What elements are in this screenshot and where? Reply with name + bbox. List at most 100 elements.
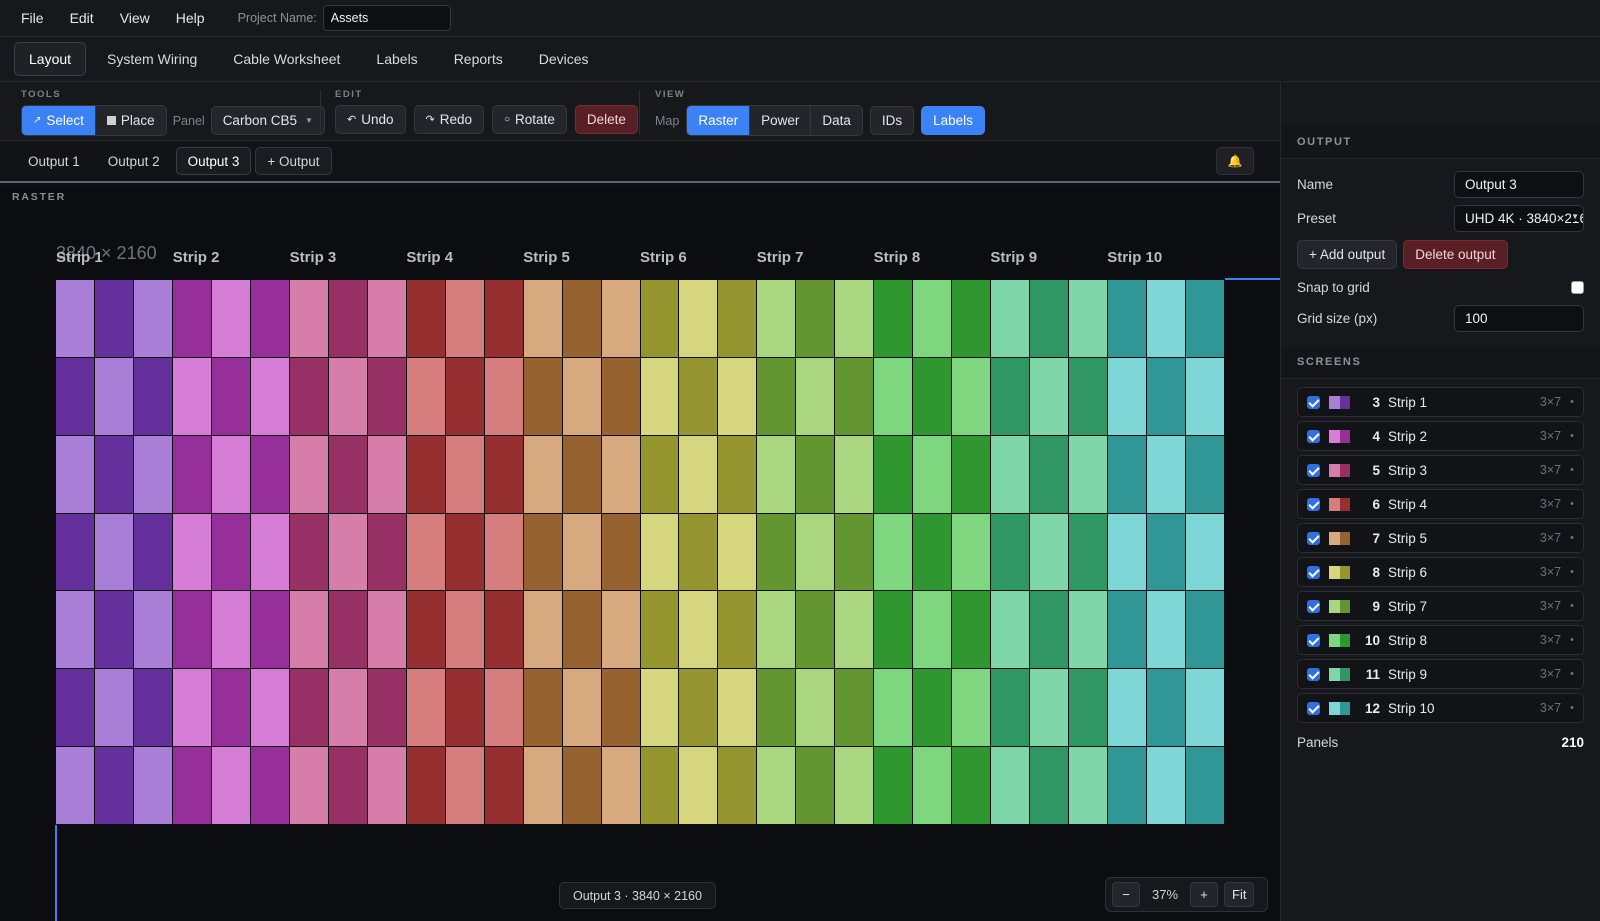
led-panel[interactable] xyxy=(991,513,1030,591)
tab-system-wiring[interactable]: System Wiring xyxy=(92,42,212,76)
led-panel[interactable] xyxy=(913,669,952,747)
led-panel[interactable] xyxy=(56,513,94,591)
screen-visible-checkbox[interactable] xyxy=(1307,667,1320,681)
led-panel[interactable] xyxy=(367,513,406,591)
led-panel[interactable] xyxy=(289,747,328,824)
led-panel[interactable] xyxy=(757,435,796,513)
led-panel[interactable] xyxy=(1030,747,1069,824)
led-panel[interactable] xyxy=(1030,513,1069,591)
led-panel[interactable] xyxy=(835,357,874,435)
led-panel[interactable] xyxy=(718,435,757,513)
led-panel[interactable] xyxy=(172,280,211,357)
led-panel[interactable] xyxy=(562,513,601,591)
led-panel[interactable] xyxy=(56,747,94,824)
led-panel[interactable] xyxy=(1030,669,1069,747)
screen-visible-checkbox[interactable] xyxy=(1307,701,1320,715)
led-panel[interactable] xyxy=(250,280,289,357)
led-panel[interactable] xyxy=(94,747,133,824)
select-tool-button[interactable]: ↗ Select xyxy=(22,106,96,135)
led-panel[interactable] xyxy=(406,513,445,591)
led-panel[interactable] xyxy=(484,280,523,357)
screen-visible-checkbox[interactable] xyxy=(1307,463,1320,477)
led-panel[interactable] xyxy=(94,357,133,435)
led-panel[interactable] xyxy=(289,669,328,747)
led-panel[interactable] xyxy=(952,513,991,591)
led-panel[interactable] xyxy=(523,513,562,591)
more-icon[interactable]: • xyxy=(1570,532,1574,544)
led-panel[interactable] xyxy=(874,280,913,357)
led-panel[interactable] xyxy=(991,591,1030,669)
led-panel[interactable] xyxy=(172,513,211,591)
led-panel[interactable] xyxy=(133,747,172,824)
led-panel[interactable] xyxy=(679,747,718,824)
led-panel[interactable] xyxy=(991,357,1030,435)
led-panel[interactable] xyxy=(1030,357,1069,435)
led-panel[interactable] xyxy=(1108,591,1147,669)
led-panel[interactable] xyxy=(484,669,523,747)
menu-help[interactable]: Help xyxy=(176,10,205,26)
led-panel[interactable] xyxy=(874,435,913,513)
screen-row[interactable]: 10 Strip 8 3×7 • xyxy=(1297,625,1584,655)
screen-row[interactable]: 11 Strip 9 3×7 • xyxy=(1297,659,1584,689)
led-panel[interactable] xyxy=(445,669,484,747)
tab-layout[interactable]: Layout xyxy=(14,42,87,76)
led-panel[interactable] xyxy=(1108,513,1147,591)
screen-row[interactable]: 9 Strip 7 3×7 • xyxy=(1297,591,1584,621)
led-panel[interactable] xyxy=(718,513,757,591)
screen-row[interactable]: 5 Strip 3 3×7 • xyxy=(1297,455,1584,485)
tab-devices[interactable]: Devices xyxy=(524,42,604,76)
led-panel[interactable] xyxy=(640,747,679,824)
led-panel[interactable] xyxy=(172,591,211,669)
tab-labels[interactable]: Labels xyxy=(361,42,432,76)
led-panel[interactable] xyxy=(445,357,484,435)
more-icon[interactable]: • xyxy=(1570,702,1574,714)
led-panel[interactable] xyxy=(718,357,757,435)
led-panel[interactable] xyxy=(1069,669,1108,747)
led-panel[interactable] xyxy=(328,435,367,513)
led-panel[interactable] xyxy=(796,591,835,669)
led-panel[interactable] xyxy=(874,591,913,669)
led-panel[interactable] xyxy=(562,280,601,357)
led-panel[interactable] xyxy=(133,513,172,591)
led-panel[interactable] xyxy=(562,669,601,747)
led-panel[interactable] xyxy=(796,669,835,747)
led-panel[interactable] xyxy=(1186,591,1224,669)
led-panel[interactable] xyxy=(406,280,445,357)
led-panel[interactable] xyxy=(991,747,1030,824)
led-panel[interactable] xyxy=(289,357,328,435)
led-panel[interactable] xyxy=(367,591,406,669)
led-panel[interactable] xyxy=(1030,435,1069,513)
led-panel[interactable] xyxy=(211,669,250,747)
panel-grid[interactable] xyxy=(56,280,1224,824)
led-panel[interactable] xyxy=(94,280,133,357)
led-panel[interactable] xyxy=(406,591,445,669)
menu-file[interactable]: File xyxy=(21,10,44,26)
led-panel[interactable] xyxy=(991,435,1030,513)
led-panel[interactable] xyxy=(835,747,874,824)
led-panel[interactable] xyxy=(991,669,1030,747)
led-panel[interactable] xyxy=(211,513,250,591)
led-panel[interactable] xyxy=(94,435,133,513)
led-panel[interactable] xyxy=(562,747,601,824)
led-panel[interactable] xyxy=(1147,280,1186,357)
led-panel[interactable] xyxy=(133,280,172,357)
led-panel[interactable] xyxy=(952,357,991,435)
led-panel[interactable] xyxy=(484,591,523,669)
led-panel[interactable] xyxy=(952,747,991,824)
led-panel[interactable] xyxy=(211,357,250,435)
screen-row[interactable]: 8 Strip 6 3×7 • xyxy=(1297,557,1584,587)
led-panel[interactable] xyxy=(1108,357,1147,435)
led-panel[interactable] xyxy=(367,280,406,357)
screen-visible-checkbox[interactable] xyxy=(1307,599,1320,613)
led-panel[interactable] xyxy=(718,747,757,824)
led-panel[interactable] xyxy=(328,513,367,591)
led-panel[interactable] xyxy=(679,513,718,591)
led-panel[interactable] xyxy=(445,280,484,357)
output-tab-3[interactable]: Output 3 xyxy=(175,147,252,175)
led-panel[interactable] xyxy=(445,513,484,591)
led-panel[interactable] xyxy=(328,280,367,357)
led-panel[interactable] xyxy=(328,357,367,435)
led-panel[interactable] xyxy=(601,747,640,824)
led-panel[interactable] xyxy=(1069,357,1108,435)
led-panel[interactable] xyxy=(952,591,991,669)
